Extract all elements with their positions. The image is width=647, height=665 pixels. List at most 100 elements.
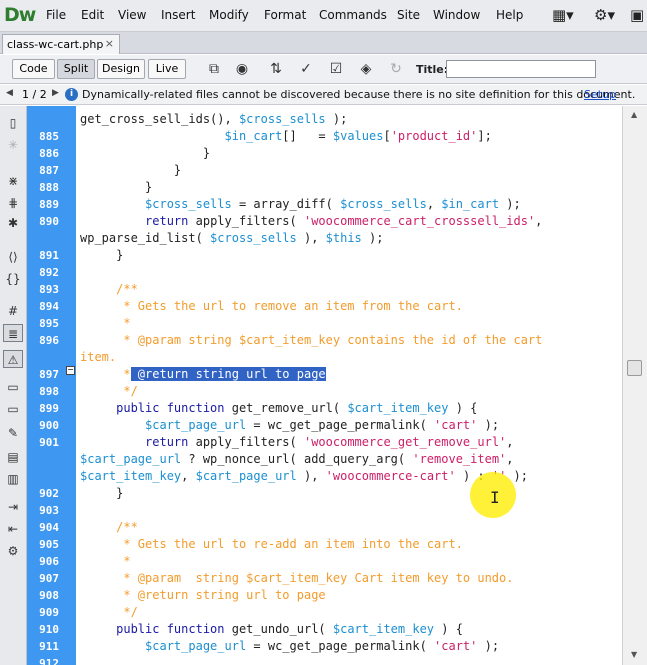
next-arrow-icon[interactable]: ▶ <box>52 88 59 98</box>
indent-code-icon[interactable]: ⇥ <box>3 498 23 516</box>
apply-comment-icon[interactable]: ▭ <box>3 378 23 396</box>
code-line[interactable]: $cart_page_url = wc_get_page_permalink( … <box>80 639 499 653</box>
balance-braces-icon[interactable]: ⟨⟩ <box>3 248 23 266</box>
code-line[interactable]: item. <box>80 350 116 364</box>
check-page-icon[interactable]: ☑ <box>324 59 348 79</box>
syntax-coloring-icon[interactable]: ≣ <box>3 324 23 342</box>
code-line[interactable]: return apply_filters( 'woocommerce_get_r… <box>80 435 513 449</box>
line-number: 894 <box>39 300 59 313</box>
code-line[interactable]: * @return string url to page <box>80 367 326 381</box>
w3c-validation-icon[interactable]: ✓ <box>294 59 318 79</box>
code-line[interactable]: get_cross_sell_ids(), $cross_sells ); <box>80 112 347 126</box>
close-icon[interactable]: × <box>105 37 114 50</box>
code-line[interactable]: $in_cart[] = $values['product_id']; <box>80 129 492 143</box>
code-token: , <box>535 214 543 228</box>
code-line[interactable]: * @return string url to page <box>80 588 325 602</box>
browser-preview-icon[interactable]: ◉ <box>230 59 254 79</box>
code-line[interactable]: */ <box>80 384 137 398</box>
code-token: apply_filters( <box>188 435 304 449</box>
code-line[interactable]: public function get_undo_url( $cart_item… <box>80 622 463 636</box>
line-numbers-icon[interactable]: {} <box>3 270 23 288</box>
code-line[interactable]: $cart_page_url ? wp_nonce_url( add_query… <box>80 452 514 466</box>
code-line[interactable]: * <box>80 316 131 330</box>
refresh-icon[interactable]: ↻ <box>384 59 408 79</box>
document-tab[interactable]: class-wc-cart.php × <box>2 34 120 54</box>
live-view-button[interactable]: Live <box>148 59 186 79</box>
code-line[interactable]: } <box>80 180 152 194</box>
remove-comment-icon[interactable]: ▭ <box>3 400 23 418</box>
code-line[interactable]: wp_parse_id_list( $cross_sells ), $this … <box>80 231 383 245</box>
setup-link[interactable]: Setup <box>584 88 616 101</box>
menu-view[interactable]: View <box>118 8 146 22</box>
split-view-button[interactable]: Split <box>57 59 95 79</box>
select-parent-tag-icon[interactable]: ✱ <box>3 214 23 232</box>
line-number: 911 <box>39 640 59 653</box>
code-line[interactable]: } <box>80 248 123 262</box>
scroll-down-icon[interactable]: ▼ <box>631 650 637 659</box>
previous-arrow-icon[interactable]: ◀ <box>6 88 13 98</box>
multiscreen-icon[interactable]: ⧉ <box>202 59 226 79</box>
vertical-scrollbar[interactable]: ▲ ▼ <box>622 106 647 665</box>
menu-window[interactable]: Window <box>433 8 480 22</box>
workspace-menu-icon[interactable]: ▣ <box>630 6 644 24</box>
document-title-input[interactable] <box>446 60 596 78</box>
menu-commands[interactable]: Commands <box>319 8 387 22</box>
code-line[interactable]: } <box>80 146 210 160</box>
code-line[interactable]: * @param string $cart_item_key contains … <box>80 333 542 347</box>
code-line[interactable]: /** <box>80 282 138 296</box>
code-token: * Gets the url to re-add an item into th… <box>80 537 463 551</box>
collapse-selection-icon[interactable]: ⋇ <box>3 172 23 190</box>
gear-icon[interactable]: ⚙▾ <box>594 6 615 24</box>
line-number: 901 <box>39 436 59 449</box>
code-token: * <box>80 316 131 330</box>
outdent-code-icon[interactable]: ⇤ <box>3 520 23 538</box>
coding-toolbar: ▯ ✳ ⋇ ⋕ ✱ ⟨⟩ {} # ≣ ⚠ ▭ ▭ ✎ ▤ ▥ ⇥ ⇤ ⚙ <box>0 106 27 665</box>
code-token: */ <box>80 605 138 619</box>
menu-modify[interactable]: Modify <box>209 8 249 22</box>
menu-help[interactable]: Help <box>496 8 523 22</box>
code-line[interactable]: * Gets the url to re-add an item into th… <box>80 537 463 551</box>
highlight-invalid-code-icon[interactable]: # <box>3 302 23 320</box>
code-editor[interactable]: get_cross_sell_ids(), $cross_sells ); $i… <box>76 106 622 665</box>
code-line[interactable]: } <box>80 163 181 177</box>
code-line[interactable]: return apply_filters( 'woocommerce_cart_… <box>80 214 542 228</box>
collapse-fold-icon[interactable]: − <box>66 366 75 375</box>
menu-site[interactable]: Site <box>397 8 420 22</box>
recent-snippets-icon[interactable]: ▤ <box>3 448 23 466</box>
code-line[interactable]: */ <box>80 605 138 619</box>
code-line[interactable]: public function get_remove_url( $cart_it… <box>80 401 477 415</box>
menu-file[interactable]: File <box>46 8 66 22</box>
menu-format[interactable]: Format <box>264 8 306 22</box>
move-css-icon[interactable]: ▥ <box>3 470 23 488</box>
line-number: 907 <box>39 572 59 585</box>
code-view-button[interactable]: Code <box>12 59 55 79</box>
code-line[interactable]: /** <box>80 520 138 534</box>
code-line[interactable]: $cross_sells = array_diff( $cross_sells,… <box>80 197 521 211</box>
info-warning-icon[interactable]: ⚠ <box>3 350 23 368</box>
code-line[interactable]: $cart_page_url = wc_get_page_permalink( … <box>80 418 499 432</box>
code-token: public function <box>116 622 225 636</box>
code-token: return <box>145 214 189 228</box>
scroll-thumb[interactable] <box>627 360 642 376</box>
wrap-tag-icon[interactable]: ✎ <box>3 424 23 442</box>
collapse-full-tag-icon[interactable]: ✳ <box>3 136 23 154</box>
related-files-bar: ◀ 1 / 2 ▶ i Dynamically-related files ca… <box>0 85 647 105</box>
menu-insert[interactable]: Insert <box>161 8 195 22</box>
code-line[interactable]: * <box>80 554 130 568</box>
format-source-code-icon[interactable]: ⚙ <box>3 542 23 560</box>
code-token: 'cart' <box>434 639 478 653</box>
layout-switcher-icon[interactable]: ▦▾ <box>552 6 574 24</box>
scroll-up-icon[interactable]: ▲ <box>631 110 637 119</box>
design-view-button[interactable]: Design <box>97 59 145 79</box>
line-number: 904 <box>39 521 59 534</box>
expand-all-icon[interactable]: ⋕ <box>3 194 23 212</box>
line-number: 905 <box>39 538 59 551</box>
code-line[interactable]: $cart_item_key, $cart_page_url ), 'wooco… <box>80 469 528 483</box>
menu-edit[interactable]: Edit <box>81 8 104 22</box>
open-documents-icon[interactable]: ▯ <box>3 114 23 132</box>
code-line[interactable]: * Gets the url to remove an item from th… <box>80 299 463 313</box>
code-line[interactable]: * @param string $cart_item_key Cart item… <box>80 571 513 585</box>
file-management-icon[interactable]: ⇅ <box>264 59 288 79</box>
visual-aids-icon[interactable]: ◈ <box>354 59 378 79</box>
code-line[interactable]: } <box>80 486 123 500</box>
